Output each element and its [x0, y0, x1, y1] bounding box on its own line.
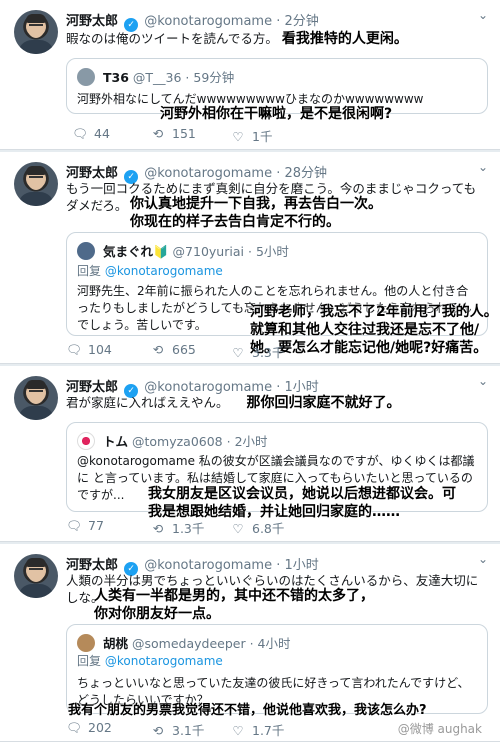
reply-button[interactable]: 🗨 104 — [66, 342, 112, 358]
chevron-down-icon[interactable]: ⌄ — [478, 552, 488, 566]
tweet-time[interactable]: 28分钟 — [285, 166, 328, 181]
author-handle[interactable]: @konotarogomame — [144, 166, 272, 181]
translation: 看我推特的人更闲。 — [281, 31, 408, 47]
avatar[interactable] — [14, 376, 58, 420]
translation: 河野外相你在干嘛啦，是不是很闲啊? — [160, 106, 393, 122]
timeline: 河野太郎 ✓ @konotarogomame · 2分钟 ⌄ 暇なのは俺のツイー… — [0, 0, 500, 742]
quote-time: 59分钟 — [193, 70, 235, 85]
quote-time: 2小时 — [234, 434, 268, 449]
reply-icon: 🗨 — [66, 720, 82, 735]
reply-icon: 🗨 — [66, 518, 82, 533]
author-name[interactable]: 河野太郎 — [66, 380, 118, 395]
tweet-header: 河野太郎 ✓ @konotarogomame · 28分钟 — [66, 166, 328, 184]
tweet-actions: 🗨 104 ⟲ 665 ♡ 3.3千 — [66, 342, 488, 362]
heart-icon: ♡ — [232, 345, 244, 360]
like-button[interactable]: ♡ 6.8千 — [230, 518, 284, 537]
like-button[interactable]: ♡ 1千 — [230, 126, 272, 145]
quote-handle: @710yuriai — [172, 244, 244, 259]
quote-avatar — [77, 432, 95, 450]
translation: 那你回归家庭不就好了。 — [246, 395, 401, 411]
avatar[interactable] — [14, 554, 58, 598]
author-handle[interactable]: @konotarogomame — [144, 14, 272, 29]
tweet[interactable]: 河野太郎 ✓ @konotarogomame · 2分钟 ⌄ 暇なのは俺のツイー… — [0, 0, 500, 150]
translation: 人类有一半都是男的，其中还不错的太多了， — [94, 588, 374, 604]
reply-button[interactable]: 🗨 202 — [66, 720, 112, 736]
chevron-down-icon[interactable]: ⌄ — [478, 8, 488, 22]
retweet-icon: ⟲ — [152, 521, 164, 536]
quote-header: 気まぐれ🔰 @710yuriai · 5小时 — [77, 241, 289, 260]
retweet-icon: ⟲ — [152, 342, 164, 357]
translation: 我有个朋友的男票我觉得还不错，他说他喜欢我，我该怎么办? — [68, 703, 427, 718]
tweet[interactable]: 河野太郎 ✓ @konotarogomame · 1小时 ⌄ 君が家庭に入ればえ… — [0, 366, 500, 542]
retweet-button[interactable]: ⟲ 151 — [150, 126, 196, 141]
author-handle[interactable]: @konotarogomame — [144, 380, 272, 395]
quote-name: T36 — [102, 70, 129, 85]
reply-button[interactable]: 🗨 77 — [66, 518, 104, 534]
quote-time: 4小时 — [257, 636, 291, 651]
watermark: @微博 aughak — [397, 722, 482, 736]
avatar[interactable] — [14, 10, 58, 54]
quote-time: 5小时 — [255, 244, 289, 259]
author-name[interactable]: 河野太郎 — [66, 166, 118, 181]
quote-header: 胡桃 @somedaydeeper · 4小时 — [77, 633, 291, 652]
quote-name: トム — [102, 434, 128, 449]
quoted-tweet[interactable]: 胡桃 @somedaydeeper · 4小时 回复 @konotarogoma… — [66, 624, 488, 714]
retweet-button[interactable]: ⟲ 1.3千 — [150, 518, 205, 537]
translation: 你现在的样子去告白肯定不行的。 — [130, 214, 340, 230]
tweet-actions: 🗨 44 ⟲ 151 ♡ 1千 — [66, 126, 488, 146]
translation: 就算和其他人交往过我还是忘不了他/ — [250, 322, 480, 338]
quote-avatar — [77, 68, 95, 86]
avatar[interactable] — [14, 162, 58, 206]
reply-to-link[interactable]: @konotarogomame — [105, 654, 223, 668]
quote-avatar — [77, 242, 95, 260]
quote-header: トム @tomyza0608 · 2小时 — [77, 431, 268, 450]
quote-avatar — [77, 634, 95, 652]
reply-icon: 🗨 — [66, 342, 82, 357]
quote-name: 気まぐれ🔰 — [102, 244, 169, 259]
quote-handle: @T__36 — [132, 70, 182, 85]
tweet-time[interactable]: 1小时 — [285, 558, 319, 573]
reply-to-link[interactable]: @konotarogomame — [105, 264, 223, 278]
quote-handle: @somedaydeeper — [131, 636, 246, 651]
tweet-text: 暇なのは俺のツイートを読んでる方。 看我推特的人更闲。 — [66, 31, 408, 47]
tweet-header: 河野太郎 ✓ @konotarogomame · 1小时 — [66, 558, 319, 576]
translation: 河野老师，我忘不了2年前甩了我的人。 — [250, 304, 498, 320]
author-name[interactable]: 河野太郎 — [66, 558, 118, 573]
author-handle[interactable]: @konotarogomame — [144, 558, 272, 573]
tweet[interactable]: 河野太郎 ✓ @konotarogomame · 28分钟 ⌄ もう一回コクるた… — [0, 152, 500, 364]
author-name[interactable]: 河野太郎 — [66, 14, 118, 29]
tweet-time[interactable]: 1小时 — [285, 380, 319, 395]
retweet-icon: ⟲ — [152, 723, 164, 738]
tweet-actions: 🗨 77 ⟲ 1.3千 ♡ 6.8千 — [66, 518, 488, 538]
quote-header: T36 @T__36 · 59分钟 — [77, 67, 234, 86]
translation: 你对你朋友好一点。 — [94, 606, 220, 622]
quote-handle: @tomyza0608 — [131, 434, 223, 449]
tweet-header: 河野太郎 ✓ @konotarogomame · 2分钟 — [66, 14, 319, 32]
reply-to: 回复 @konotarogomame — [77, 654, 223, 668]
chevron-down-icon[interactable]: ⌄ — [478, 160, 488, 174]
retweet-icon: ⟲ — [152, 126, 164, 141]
translation: 我女朋友是区议会议员，她说以后想进都议会。可 — [148, 486, 456, 502]
reply-button[interactable]: 🗨 44 — [72, 126, 110, 142]
reply-to: 回复 @konotarogomame — [77, 264, 223, 278]
translation: 你认真地提升一下自我，再去告白一次。 — [130, 196, 382, 212]
like-button[interactable]: ♡ 3.3千 — [230, 342, 284, 361]
retweet-button[interactable]: ⟲ 665 — [150, 342, 196, 357]
tweet[interactable]: 河野太郎 ✓ @konotarogomame · 1小时 ⌄ 人類の半分は男でち… — [0, 544, 500, 742]
retweet-button[interactable]: ⟲ 3.1千 — [150, 720, 205, 739]
tweet-time[interactable]: 2分钟 — [285, 14, 319, 29]
quote-name: 胡桃 — [102, 636, 128, 651]
reply-icon: 🗨 — [72, 126, 88, 141]
chevron-down-icon[interactable]: ⌄ — [478, 374, 488, 388]
tweet-text: 君が家庭に入ればええやん。 那你回归家庭不就好了。 — [66, 395, 401, 411]
like-button[interactable]: ♡ 1.7千 — [230, 720, 284, 739]
heart-icon: ♡ — [232, 723, 244, 738]
heart-icon: ♡ — [232, 129, 244, 144]
heart-icon: ♡ — [232, 521, 244, 536]
tweet-header: 河野太郎 ✓ @konotarogomame · 1小时 — [66, 380, 319, 398]
